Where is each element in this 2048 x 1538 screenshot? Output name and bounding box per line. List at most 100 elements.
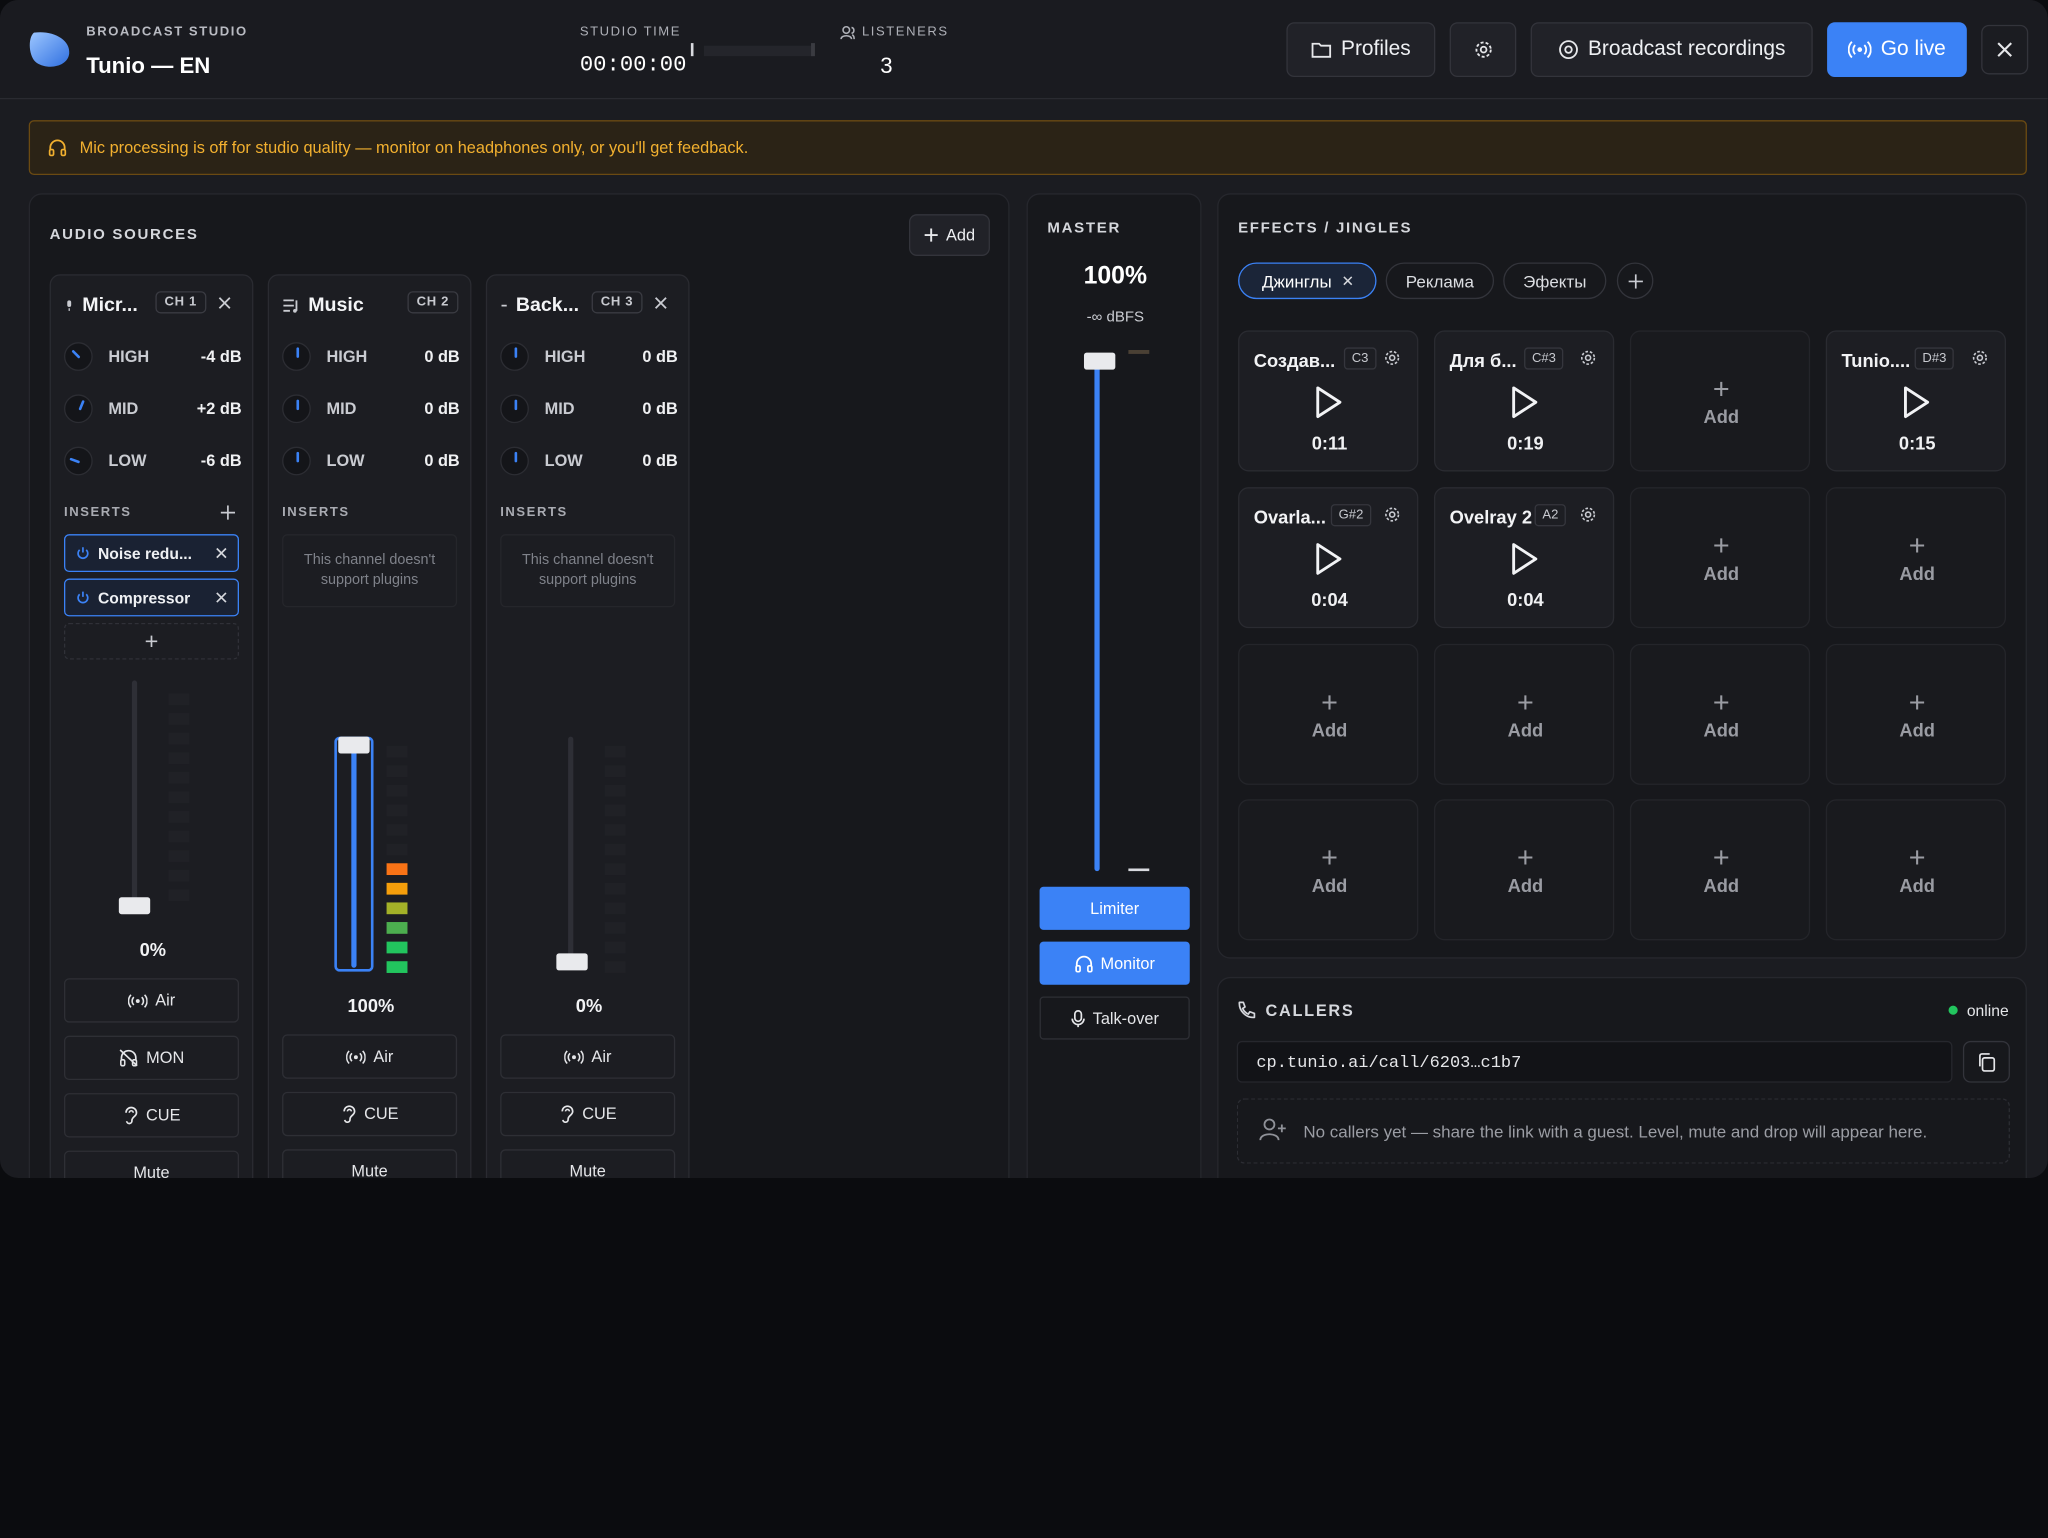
channel-strip-2: Music CH 2 HIGH 0 dB MID 0 dB LOW 0 dB INSE… [267, 274, 472, 1179]
settings-button[interactable] [1449, 22, 1517, 78]
play-icon[interactable] [1313, 542, 1344, 582]
pad-title: Tunio.... [1841, 350, 1911, 371]
jingle-pad-5[interactable]: Ovarla... G#2 0:04 [1238, 487, 1419, 629]
broadcast-recordings-button[interactable]: Broadcast recordings [1530, 22, 1813, 78]
gear-icon[interactable] [1579, 505, 1597, 530]
play-icon[interactable] [1508, 385, 1539, 425]
inserts-label: INSERTS [63, 505, 132, 520]
eq-low-ch2[interactable]: LOW 0 dB [282, 445, 460, 476]
gear-icon[interactable] [1579, 349, 1597, 374]
empty-pad[interactable]: + Add [1825, 799, 2007, 941]
monitor-button[interactable]: Monitor [1039, 941, 1190, 985]
gear-icon[interactable] [1971, 349, 1989, 374]
add-insert-button[interactable] [220, 505, 236, 520]
fader-track-ch2 [351, 745, 357, 968]
talkover-button[interactable]: Talk-over [1039, 996, 1190, 1040]
knob-low-ch1[interactable] [63, 446, 93, 476]
plus-icon: + [1517, 841, 1534, 874]
add-source-button[interactable]: Add [908, 214, 990, 256]
eq-high-ch3[interactable]: HIGH 0 dB [500, 341, 678, 372]
tab-jingles[interactable]: Джинглы [1238, 262, 1377, 300]
play-icon[interactable] [1900, 385, 1931, 425]
caller-link-field[interactable]: cp.tunio.ai/call/6203…c1b7 [1236, 1040, 1953, 1083]
pad-duration: 0:19 [1507, 432, 1544, 454]
remove-channel-1-button[interactable] [218, 296, 231, 309]
mute-button-ch2[interactable]: Mute [282, 1149, 458, 1179]
tab-ads[interactable]: Реклама [1385, 262, 1495, 300]
close-icon[interactable] [215, 547, 227, 559]
air-button-ch3[interactable]: Air [500, 1034, 676, 1079]
eq-high-ch2[interactable]: HIGH 0 dB [282, 341, 460, 372]
plugin-noise-reduction[interactable]: Noise redu... [63, 534, 239, 573]
play-icon[interactable] [1313, 385, 1344, 425]
no-plugin-support-note: This channel doesn't support plugins [500, 534, 676, 608]
close-icon[interactable] [215, 592, 227, 604]
knob-mid-ch2[interactable] [282, 394, 311, 424]
pad-key: G#2 [1330, 504, 1372, 527]
empty-pad[interactable]: + Add [1238, 799, 1419, 941]
add-plugin-slot[interactable]: + [63, 622, 239, 660]
eq-mid-ch1[interactable]: MID +2 dB [63, 393, 242, 424]
knob-low-ch2[interactable] [282, 446, 311, 476]
plus-icon: + [1908, 685, 1926, 719]
play-icon[interactable] [1508, 542, 1539, 582]
mute-button-ch1[interactable]: Mute [63, 1150, 239, 1179]
empty-pad[interactable]: + Add [1629, 643, 1811, 785]
profiles-label: Profiles [1341, 37, 1411, 61]
plugin-compressor[interactable]: Compressor [63, 578, 239, 617]
close-icon[interactable] [1342, 276, 1352, 286]
empty-pad[interactable]: + Add [1825, 643, 2007, 785]
callers-title: CALLERS [1265, 1001, 1355, 1020]
cue-button-ch3[interactable]: CUE [500, 1091, 676, 1137]
empty-pad[interactable]: + Add [1629, 799, 1811, 941]
knob-mid-ch1[interactable] [63, 394, 93, 424]
eq-low-ch3[interactable]: LOW 0 dB [500, 445, 678, 476]
add-user-icon [1259, 1118, 1286, 1148]
empty-pad[interactable]: + Add [1825, 487, 2007, 629]
mute-button-ch3[interactable]: Mute [500, 1149, 676, 1179]
fader-thumb-ch3[interactable] [556, 953, 588, 971]
jingle-pad-6[interactable]: Ovelray 2 A2 0:04 [1433, 487, 1615, 629]
knob-high-ch2[interactable] [282, 342, 311, 371]
jingle-pad-2[interactable]: Для б... C#3 0:19 [1433, 330, 1615, 472]
tab-effects[interactable]: Эфекты [1503, 262, 1607, 300]
air-button-ch1[interactable]: Air [63, 978, 239, 1023]
copy-link-button[interactable] [1962, 1040, 2010, 1083]
fader-thumb-ch1[interactable] [118, 897, 151, 915]
go-live-button[interactable]: Go live [1827, 22, 1967, 78]
gear-icon[interactable] [1383, 349, 1401, 374]
jingle-pad-4[interactable]: Tunio.... D#3 0:15 [1825, 330, 2007, 472]
remove-channel-3-button[interactable] [654, 296, 667, 309]
broadcast-recordings-label: Broadcast recordings [1587, 37, 1786, 61]
mon-button-ch1[interactable]: MON [63, 1035, 239, 1081]
plus-icon: + [1321, 685, 1338, 719]
eq-low-ch1[interactable]: LOW -6 dB [63, 445, 242, 476]
air-button-ch2[interactable]: Air [282, 1034, 458, 1079]
empty-pad[interactable]: + Add [1629, 330, 1811, 472]
profiles-button[interactable]: Profiles [1286, 22, 1436, 78]
eq-mid-ch2[interactable]: MID 0 dB [282, 393, 460, 424]
knob-low-ch3[interactable] [500, 446, 529, 476]
power-icon [76, 590, 90, 604]
empty-pad[interactable]: + Add [1433, 799, 1615, 941]
listeners-label: LISTENERS [861, 24, 949, 40]
knob-mid-ch3[interactable] [500, 394, 529, 424]
fader-thumb-ch2[interactable] [338, 736, 370, 754]
empty-pad[interactable]: + Add [1238, 643, 1419, 785]
limiter-button[interactable]: Limiter [1039, 886, 1190, 930]
cue-button-ch1[interactable]: CUE [63, 1093, 239, 1138]
empty-pad[interactable]: + Add [1433, 643, 1615, 785]
eq-mid-ch3[interactable]: MID 0 dB [500, 393, 678, 424]
add-tab-button[interactable] [1616, 262, 1654, 300]
cue-button-ch2[interactable]: CUE [282, 1091, 458, 1137]
pad-key: D#3 [1914, 347, 1955, 370]
knob-high-ch3[interactable] [500, 342, 529, 371]
empty-pad[interactable]: + Add [1629, 487, 1811, 629]
plus-icon: + [1908, 841, 1926, 874]
gear-icon[interactable] [1383, 505, 1401, 530]
eq-high-ch1[interactable]: HIGH -4 dB [63, 341, 242, 372]
knob-high-ch1[interactable] [63, 342, 93, 371]
close-button[interactable] [1981, 24, 2029, 75]
jingle-pad-1[interactable]: Создав... C3 0:11 [1238, 330, 1419, 472]
master-fader-thumb[interactable] [1083, 352, 1116, 370]
